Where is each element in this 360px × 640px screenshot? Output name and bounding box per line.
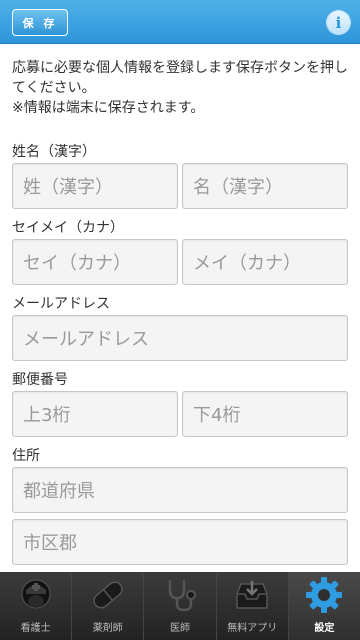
- stethoscope-icon: [159, 575, 201, 615]
- intro-note: ※情報は端末に保存されます。: [12, 100, 205, 116]
- tab-nurse-label: 看護士: [20, 623, 51, 634]
- first-name-kanji-input[interactable]: 名（漢字）: [182, 163, 348, 209]
- tab-free-apps[interactable]: 無料アプリ: [215, 572, 288, 640]
- postal-code-lower-input[interactable]: 下4桁: [182, 391, 348, 437]
- name-kana-label: セイメイ（カナ）: [12, 220, 124, 236]
- city-input[interactable]: 市区郡: [12, 519, 348, 565]
- postal-code-label: 郵便番号: [12, 372, 68, 388]
- address-label: 住所: [12, 448, 40, 464]
- bottom-tab-bar: 看護士 薬剤師 医師 無料アプリ 設定: [0, 572, 360, 640]
- save-button[interactable]: 保 存: [12, 9, 68, 36]
- nurse-icon: [15, 575, 57, 615]
- tab-nurse[interactable]: 看護士: [0, 572, 71, 640]
- gear-icon: [303, 575, 345, 615]
- intro-description: 応募に必要な個人情報を登録します保存ボタンを押してください。: [12, 60, 348, 96]
- tab-free-apps-label: 無料アプリ: [227, 623, 278, 634]
- download-tray-icon: [231, 575, 273, 615]
- info-icon[interactable]: i: [327, 11, 350, 34]
- tab-pharmacist[interactable]: 薬剤師: [71, 572, 143, 640]
- prefecture-input[interactable]: 都道府県: [12, 467, 348, 513]
- last-name-kanji-input[interactable]: 姓（漢字）: [12, 163, 178, 209]
- email-label: メールアドレス: [12, 296, 110, 312]
- first-name-kana-input[interactable]: メイ（カナ）: [182, 239, 348, 285]
- intro-text: 応募に必要な個人情報を登録します保存ボタンを押してください。 ※情報は端末に保存…: [12, 58, 352, 118]
- tab-doctor-label: 医師: [170, 623, 190, 634]
- pill-icon: [87, 575, 129, 615]
- name-kanji-label: 姓名（漢字）: [12, 144, 96, 160]
- last-name-kana-input[interactable]: セイ（カナ）: [12, 239, 178, 285]
- tab-pharmacist-label: 薬剤師: [92, 623, 123, 634]
- tab-doctor[interactable]: 医師: [143, 572, 215, 640]
- settings-form: 応募に必要な個人情報を登録します保存ボタンを押してください。 ※情報は端末に保存…: [0, 44, 360, 572]
- tab-settings[interactable]: 設定: [287, 572, 360, 640]
- postal-code-upper-input[interactable]: 上3桁: [12, 391, 178, 437]
- header-bar: 保 存 i: [0, 0, 360, 44]
- email-input[interactable]: メールアドレス: [12, 315, 348, 361]
- tab-settings-label: 設定: [314, 623, 335, 634]
